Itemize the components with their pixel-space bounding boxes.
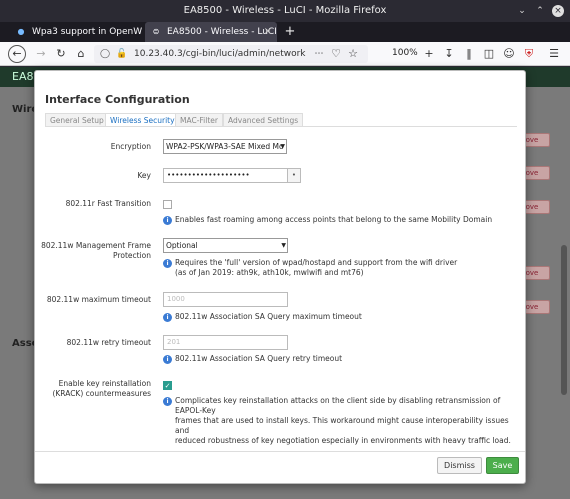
krack-label: Enable key reinstallation (KRACK) counte… (41, 379, 151, 399)
key-input[interactable]: •••••••••••••••••••• (163, 168, 288, 183)
new-tab-button[interactable]: + (282, 22, 298, 42)
tab-advanced-settings[interactable]: Advanced Settings (223, 113, 304, 127)
dropdown-arrow-icon: ▼ (280, 143, 285, 150)
back-button[interactable]: ← (8, 45, 26, 63)
help-text: frames that are used to install keys. Th… (175, 416, 509, 435)
max-timeout-label: 802.11w maximum timeout (46, 295, 151, 304)
retry-timeout-input[interactable]: 201 (163, 335, 288, 350)
reload-button[interactable]: ↻ (52, 45, 70, 63)
page-actions-icon[interactable]: ⋯ (310, 45, 328, 63)
close-window-icon[interactable]: × (552, 5, 564, 17)
minimize-icon[interactable]: ⌄ (516, 5, 528, 17)
interface-config-modal: Interface Configuration General Setup Wi… (34, 70, 526, 484)
help-text: 802.11w Association SA Query retry timeo… (175, 354, 343, 363)
info-icon: i (163, 397, 172, 406)
modal-title: Interface Configuration (45, 93, 190, 106)
footer-divider (35, 451, 525, 452)
downloads-icon[interactable]: ↧ (440, 45, 458, 63)
zoom-level[interactable]: 100% (392, 48, 418, 58)
retry-timeout-label: 802.11w retry timeout (66, 338, 151, 347)
help-text: 802.11w Association SA Query maximum tim… (175, 312, 362, 321)
info-icon: i (163, 313, 172, 322)
save-button[interactable]: Save (486, 457, 519, 474)
fast-transition-label: 802.11r Fast Transition (65, 199, 151, 208)
ublock-icon[interactable]: ⛨ (520, 45, 538, 63)
shield-icon[interactable]: ◯ (100, 45, 110, 63)
pocket-icon[interactable]: ♡ (327, 45, 345, 63)
mfp-value: Optional (166, 241, 198, 250)
insecure-lock-icon[interactable]: 🔓 (116, 45, 127, 63)
encryption-select[interactable]: WPA2-PSK/WPA3-SAE Mixed Mo ▼ (163, 139, 287, 154)
zoom-in-icon[interactable]: + (420, 45, 438, 63)
close-tab-icon[interactable]: × (264, 22, 272, 42)
retry-timeout-help: i 802.11w Association SA Query retry tim… (163, 354, 342, 364)
bookmark-star-icon[interactable]: ☆ (344, 45, 362, 63)
maximize-icon[interactable]: ⌃ (534, 5, 546, 17)
help-text: reduced robustness of key negotiation es… (175, 436, 511, 445)
fast-transition-help: i Enables fast roaming among access poin… (163, 215, 492, 225)
help-text: Complicates key reinstallation attacks o… (175, 396, 501, 415)
encryption-value: WPA2-PSK/WPA3-SAE Mixed Mo (166, 142, 284, 151)
browser-tab-label: Wpa3 support in OpenW (32, 27, 142, 37)
encryption-label: Encryption (110, 142, 151, 151)
url-text: 10.23.40.3/cgi-bin/luci/admin/network (134, 49, 306, 59)
tab-wireless-security[interactable]: Wireless Security (105, 113, 180, 127)
account-icon[interactable]: ☺ (500, 45, 518, 63)
menu-icon[interactable]: ☰ (545, 45, 563, 63)
krack-checkbox[interactable]: ✓ (163, 381, 172, 390)
reveal-password-icon[interactable]: • (287, 168, 301, 183)
sidebar-icon[interactable]: ◫ (480, 45, 498, 63)
favicon-icon: ● (17, 27, 25, 36)
tab-general-setup[interactable]: General Setup (45, 113, 109, 127)
help-text: (as of Jan 2019: ath9k, ath10k, mwlwifi … (175, 268, 364, 277)
krack-label-line2: (KRACK) countermeasures (52, 389, 151, 398)
info-icon: i (163, 216, 172, 225)
fast-transition-checkbox[interactable] (163, 200, 172, 209)
help-text: Requires the 'full' version of wpad/host… (175, 258, 458, 267)
window-title: EA8500 - Wireless - LuCI - Mozilla Firef… (183, 5, 387, 16)
page-scrollbar[interactable] (561, 245, 567, 395)
mfp-help: i Requires the 'full' version of wpad/ho… (163, 258, 457, 278)
max-timeout-input[interactable]: 1000 (163, 292, 288, 307)
tab-mac-filter[interactable]: MAC-Filter (175, 113, 223, 127)
krack-label-line1: Enable key reinstallation (58, 379, 151, 388)
browser-tab-label: EA8500 - Wireless - LuCI (167, 27, 277, 37)
help-text: Enables fast roaming among access points… (175, 215, 493, 224)
library-icon[interactable]: ‖ (460, 45, 478, 63)
dropdown-arrow-icon: ▼ (281, 242, 286, 249)
mfp-label-line1: 802.11w Management Frame (41, 241, 151, 250)
mfp-select[interactable]: Optional ▼ (163, 238, 288, 253)
info-icon: i (163, 355, 172, 364)
key-label: Key (137, 171, 151, 180)
browser-tab-luci[interactable]: ⊜ EA8500 - Wireless - LuCI × (145, 22, 277, 42)
max-timeout-help: i 802.11w Association SA Query maximum t… (163, 312, 362, 322)
info-icon: i (163, 259, 172, 268)
home-button[interactable]: ⌂ (72, 45, 90, 63)
wireless-favicon-icon: ⊜ (152, 27, 160, 36)
krack-help: i Complicates key reinstallation attacks… (163, 396, 525, 446)
tabs-divider (45, 126, 517, 127)
navigation-bar: ← → ↻ ⌂ ◯ 🔓 10.23.40.3/cgi-bin/luci/admi… (0, 42, 570, 66)
browser-tab-wpa3[interactable]: ● Wpa3 support in OpenW (10, 22, 143, 42)
dismiss-button[interactable]: Dismiss (437, 457, 482, 474)
page-brand: EA8 (12, 70, 34, 83)
window-titlebar: EA8500 - Wireless - LuCI - Mozilla Firef… (0, 0, 570, 22)
forward-button[interactable]: → (32, 45, 50, 63)
mfp-label: 802.11w Management Frame Protection (41, 241, 151, 261)
mfp-label-line2: Protection (113, 251, 151, 260)
